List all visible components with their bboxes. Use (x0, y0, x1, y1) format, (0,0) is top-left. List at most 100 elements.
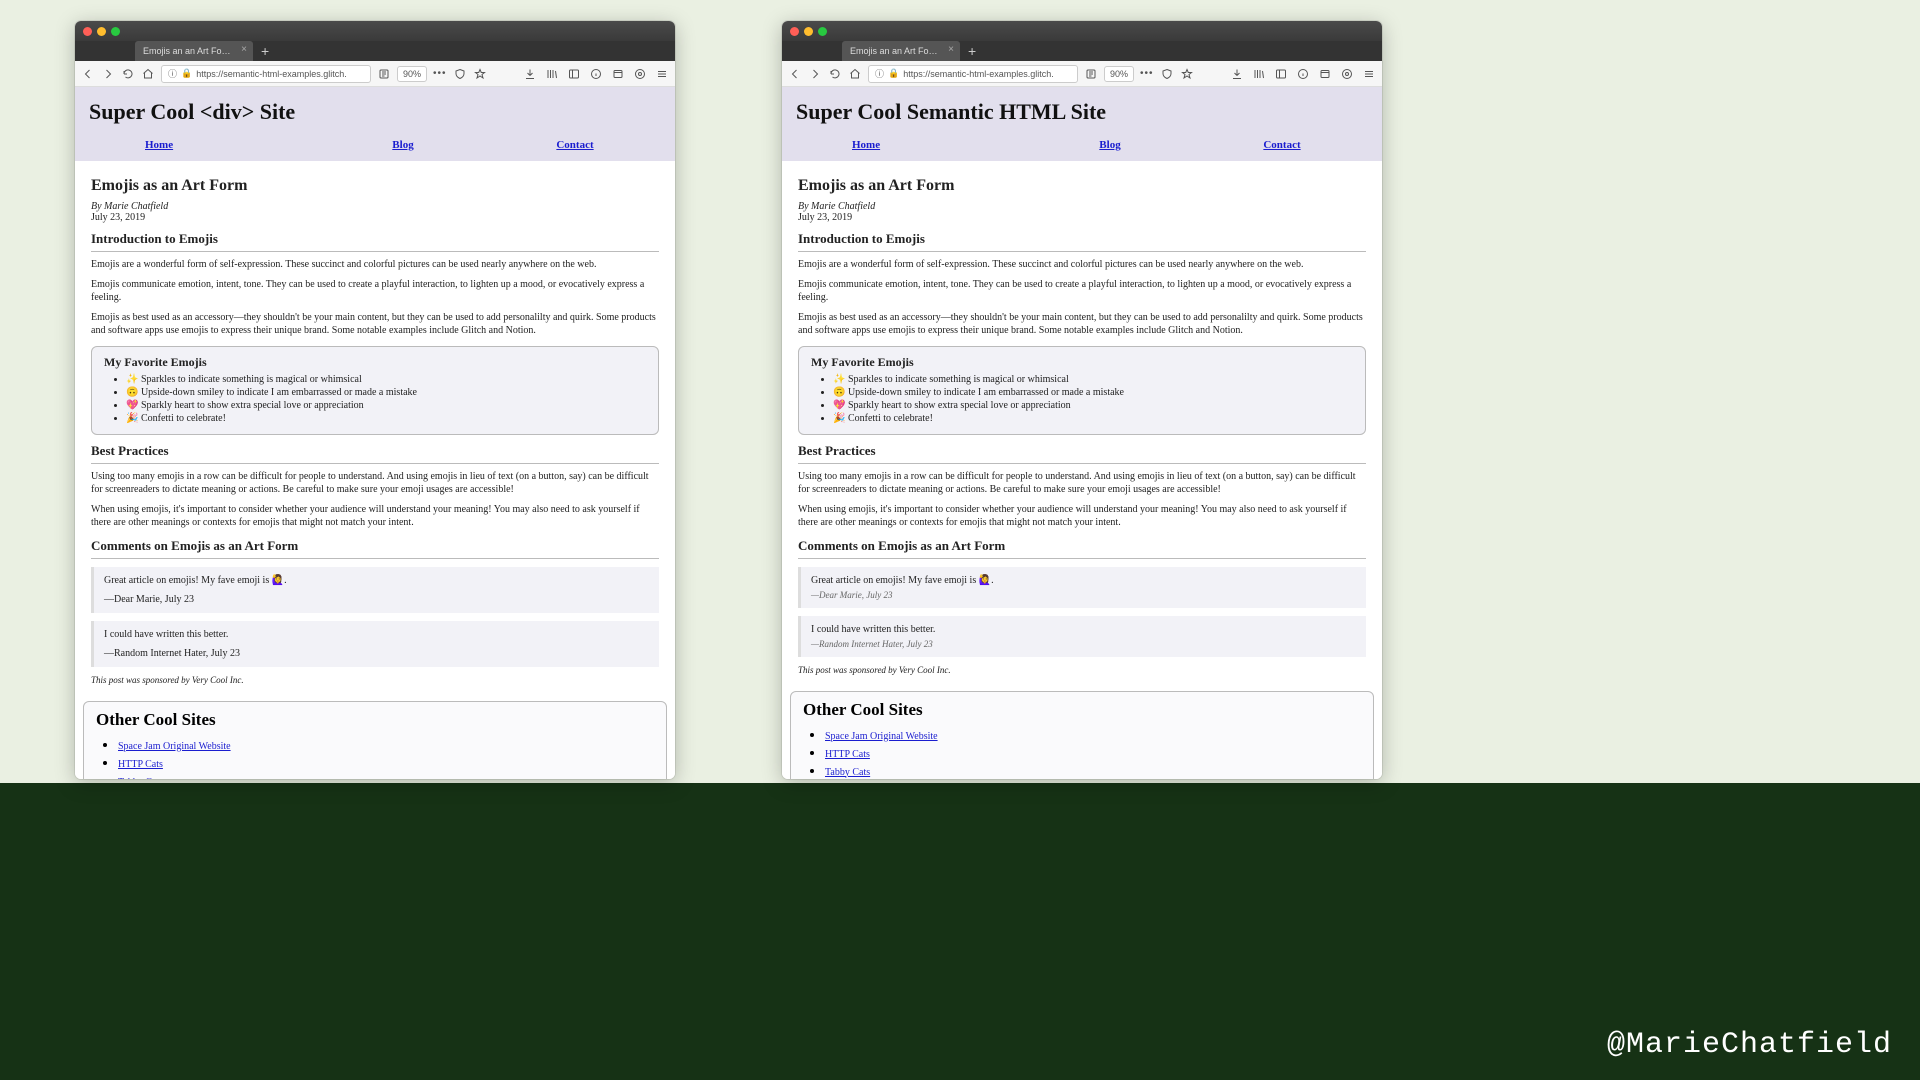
site-header: Super Cool <div> Site Home Blog Contact (75, 87, 675, 161)
related-title: Other Cool Sites (96, 710, 654, 730)
window-close-icon[interactable] (790, 27, 799, 36)
back-icon[interactable] (81, 67, 95, 81)
favorites-title: My Favorite Emojis (811, 355, 1353, 370)
browser-window-right: Emojis an an Art Form | Super Cool × + ⓘ… (782, 21, 1382, 779)
info-icon: ⓘ (875, 67, 884, 80)
related-link[interactable]: HTTP Cats (825, 749, 870, 760)
meatballs-icon[interactable]: ••• (1140, 68, 1154, 79)
star-icon[interactable] (1180, 67, 1194, 81)
window-close-icon[interactable] (83, 27, 92, 36)
tab-title: Emojis an an Art Form | Super Cool (143, 46, 253, 56)
nav-home[interactable]: Home (852, 139, 880, 151)
sidebar-icon[interactable] (1274, 67, 1288, 81)
nav-blog[interactable]: Blog (1099, 139, 1120, 151)
nav-contact[interactable]: Contact (1263, 139, 1300, 151)
article: Emojis as an Art Form By Marie Chatfield… (782, 161, 1382, 687)
article: Emojis as an Art Form By Marie Chatfield… (75, 161, 675, 697)
address-bar[interactable]: ⓘ 🔒 https://semantic-html-examples.glitc… (868, 65, 1078, 83)
list-item: 🎉 Confetti to celebrate! (833, 413, 1353, 424)
meatballs-icon[interactable]: ••• (433, 68, 447, 79)
sidebar-icon[interactable] (567, 67, 581, 81)
favorites-list: ✨ Sparkles to indicate something is magi… (811, 374, 1353, 424)
comment-body: Great article on emojis! My fave emoji i… (811, 575, 1356, 586)
related-title: Other Cool Sites (803, 700, 1361, 720)
intro-p1: Emojis are a wonderful form of self-expr… (798, 258, 1366, 272)
nav-blog[interactable]: Blog (392, 139, 413, 151)
related-link[interactable]: Tabby Cats (118, 777, 163, 780)
related-sites: Other Cool Sites Space Jam Original Webs… (790, 691, 1374, 780)
shield-icon[interactable] (453, 67, 467, 81)
related-sites: Other Cool Sites Space Jam Original Webs… (83, 701, 667, 780)
reader-icon[interactable] (377, 67, 391, 81)
new-tab-button[interactable]: + (253, 41, 277, 61)
back-icon[interactable] (788, 67, 802, 81)
comment: Great article on emojis! My fave emoji i… (798, 567, 1366, 608)
reload-icon[interactable] (121, 67, 135, 81)
library-icon[interactable] (545, 67, 559, 81)
window-icon[interactable] (1318, 67, 1332, 81)
forward-icon[interactable] (101, 67, 115, 81)
window-zoom-icon[interactable] (818, 27, 827, 36)
reader-icon[interactable] (1084, 67, 1098, 81)
forward-icon[interactable] (808, 67, 822, 81)
home-icon[interactable] (848, 67, 862, 81)
presenter-handle: @MarieChatfield (1607, 1028, 1892, 1062)
nav-home[interactable]: Home (145, 139, 173, 151)
list-item: Space Jam Original Website (118, 736, 654, 754)
nav-contact[interactable]: Contact (556, 139, 593, 151)
window-minimize-icon[interactable] (804, 27, 813, 36)
article-title: Emojis as an Art Form (91, 177, 659, 195)
shield-icon[interactable] (1160, 67, 1174, 81)
address-bar[interactable]: ⓘ 🔒 https://semantic-html-examples.glitc… (161, 65, 371, 83)
sync-icon[interactable] (1340, 67, 1354, 81)
list-item: Tabby Cats (118, 772, 654, 780)
zoom-indicator[interactable]: 90% (397, 66, 427, 82)
heading-comments: Comments on Emojis as an Art Form (798, 538, 1366, 559)
download-icon[interactable] (1230, 67, 1244, 81)
sync-icon[interactable] (633, 67, 647, 81)
new-tab-button[interactable]: + (960, 41, 984, 61)
window-zoom-icon[interactable] (111, 27, 120, 36)
related-link[interactable]: Space Jam Original Website (118, 741, 231, 752)
list-item: Space Jam Original Website (825, 726, 1361, 744)
library-icon[interactable] (1252, 67, 1266, 81)
best-p2: When using emojis, it's important to con… (798, 503, 1366, 530)
related-link[interactable]: Tabby Cats (825, 767, 870, 778)
slide-stage: Emojis an an Art Form | Super Cool × + ⓘ… (0, 0, 1920, 1080)
info2-icon[interactable] (1296, 67, 1310, 81)
page-viewport: Super Cool Semantic HTML Site Home Blog … (782, 87, 1382, 779)
comment-body: I could have written this better. (104, 629, 649, 640)
article-date: July 23, 2019 (798, 212, 1366, 223)
download-icon[interactable] (523, 67, 537, 81)
reload-icon[interactable] (828, 67, 842, 81)
home-icon[interactable] (141, 67, 155, 81)
site-title: Super Cool <div> Site (89, 99, 661, 125)
list-item: ✨ Sparkles to indicate something is magi… (126, 374, 646, 385)
window-icon[interactable] (611, 67, 625, 81)
related-link[interactable]: Space Jam Original Website (825, 731, 938, 742)
menu-icon[interactable] (1362, 67, 1376, 81)
intro-p2: Emojis communicate emotion, intent, tone… (798, 278, 1366, 305)
lock-icon: 🔒 (181, 68, 192, 79)
intro-p2: Emojis communicate emotion, intent, tone… (91, 278, 659, 305)
heading-best: Best Practices (798, 443, 1366, 464)
related-link[interactable]: HTTP Cats (118, 759, 163, 770)
info2-icon[interactable] (589, 67, 603, 81)
favorites-title: My Favorite Emojis (104, 355, 646, 370)
window-minimize-icon[interactable] (97, 27, 106, 36)
list-item: 🙃 Upside-down smiley to indicate I am em… (126, 387, 646, 398)
comment-body: Great article on emojis! My fave emoji i… (104, 575, 649, 586)
star-icon[interactable] (473, 67, 487, 81)
browser-tab[interactable]: Emojis an an Art Form | Super Cool × (135, 41, 253, 61)
list-item: 💖 Sparkly heart to show extra special lo… (833, 400, 1353, 411)
comment-attribution: —Random Internet Hater, July 23 (104, 648, 649, 659)
heading-intro: Introduction to Emojis (798, 231, 1366, 252)
best-p1: Using too many emojis in a row can be di… (798, 470, 1366, 497)
zoom-indicator[interactable]: 90% (1104, 66, 1134, 82)
close-icon[interactable]: × (948, 45, 954, 55)
site-nav: Home Blog Contact (89, 125, 661, 161)
favorites-aside: My Favorite Emojis ✨ Sparkles to indicat… (91, 346, 659, 435)
close-icon[interactable]: × (241, 45, 247, 55)
browser-tab[interactable]: Emojis an an Art Form | Super Cool × (842, 41, 960, 61)
menu-icon[interactable] (655, 67, 669, 81)
